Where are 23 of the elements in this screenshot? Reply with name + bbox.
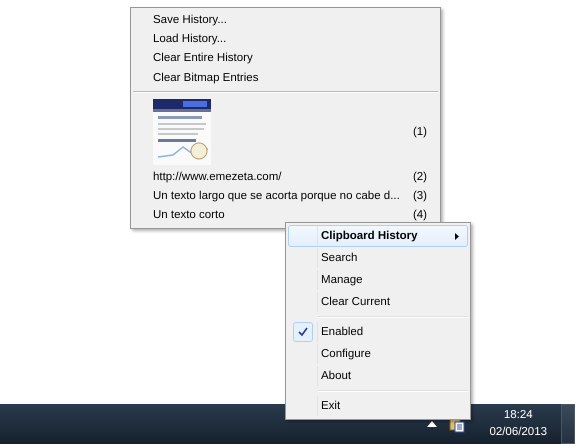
clock-date: 02/06/2013	[489, 425, 547, 440]
clock-time: 18:24	[504, 408, 533, 423]
history-entry[interactable]: Un texto corto	[153, 209, 225, 222]
menu-item[interactable]: Manage	[288, 269, 468, 291]
menu-item[interactable]: Load History...	[131, 29, 440, 49]
menu-item[interactable]: Save History...	[131, 10, 440, 30]
shortcut-number: (3)	[412, 190, 427, 202]
history-entry[interactable]: Un texto largo que se acorta porque no cabe d...	[153, 190, 400, 202]
shortcut-number: (4)	[412, 209, 427, 222]
menu-item[interactable]: Clear Entire History	[131, 48, 440, 68]
history-entry[interactable]: http://www.emezeta.com/	[153, 170, 282, 183]
menu-item[interactable]: About	[288, 365, 468, 387]
menu-item[interactable]: Clipboard History	[288, 225, 468, 247]
history-entry[interactable]: (1)	[131, 97, 440, 168]
menu-item[interactable]: Exit	[288, 395, 468, 417]
menu-item[interactable]: Clear Bitmap Entries	[131, 68, 440, 88]
menu-item[interactable]: Configure	[288, 343, 468, 365]
menu-item[interactable]: Enabled	[288, 321, 468, 343]
shortcut-number: (1)	[412, 126, 427, 138]
menu-item[interactable]: Clear Current	[288, 291, 468, 313]
menu-item[interactable]: Search	[288, 247, 468, 269]
shortcut-number: (2)	[412, 170, 427, 183]
clock[interactable]: 18:24 02/06/2013	[471, 407, 561, 441]
